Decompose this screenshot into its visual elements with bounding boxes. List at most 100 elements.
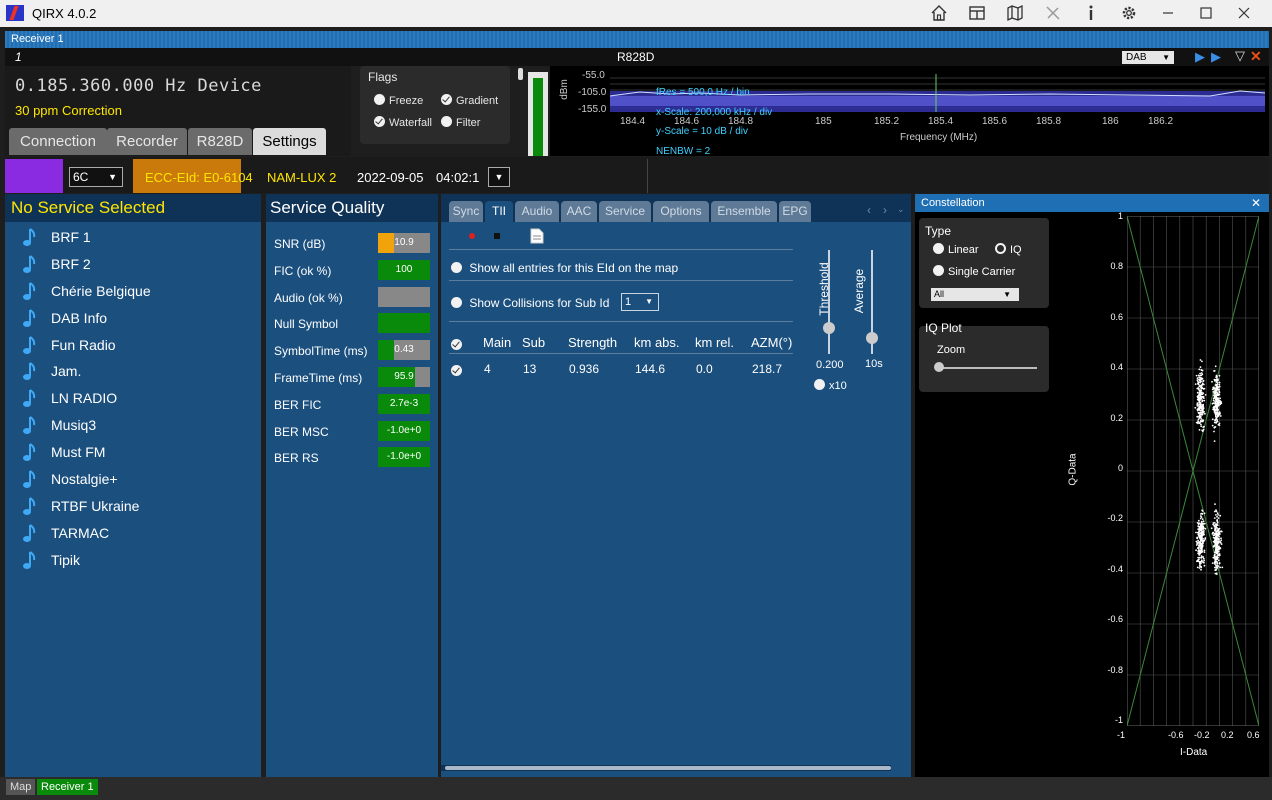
spectrum-x-tick: 185.2 (874, 116, 900, 127)
service-item[interactable]: Tipik (5, 547, 261, 574)
chevron-down-icon: ▼ (1162, 53, 1170, 62)
gradient-check[interactable]: Gradient (441, 94, 498, 107)
q-tick-label: -0.8 (1107, 664, 1123, 675)
tab-tii[interactable]: TII (485, 201, 513, 222)
column-header[interactable]: Sub (522, 335, 545, 350)
tab-recorder[interactable]: Recorder (107, 128, 187, 155)
service-item[interactable]: Nostalgie+ (5, 466, 261, 493)
filter-radio[interactable]: Filter (441, 116, 480, 129)
spectrum-y-unit: dBm (558, 79, 570, 100)
tab-connection[interactable]: Connection (9, 128, 107, 155)
tab-settings[interactable]: Settings (253, 128, 326, 155)
column-header[interactable]: Main (483, 335, 511, 350)
forward-icon[interactable]: ▶ (1211, 49, 1221, 65)
service-item[interactable]: LN RADIO (5, 385, 261, 412)
satellite-icon[interactable] (1041, 2, 1065, 24)
single-carrier-radio[interactable]: Single Carrier (933, 265, 1015, 278)
map-tab[interactable]: Map (6, 779, 36, 795)
divider (449, 353, 793, 354)
service-item[interactable]: Jam. (5, 358, 261, 385)
station-dropdown-button[interactable]: ▼ (488, 167, 510, 187)
close-panel-icon[interactable]: ✕ (1251, 194, 1261, 212)
gradient-label: Gradient (456, 95, 499, 107)
service-item[interactable]: Fun Radio (5, 332, 261, 359)
horizontal-scrollbar[interactable] (441, 765, 891, 771)
spectrum-x-tick: 184.8 (728, 116, 754, 127)
close-receiver-icon[interactable]: ✕ (1250, 48, 1262, 65)
quality-value: 0.43 (394, 344, 414, 356)
collapse-icon[interactable]: ▽ (1235, 48, 1245, 64)
tab-sync[interactable]: Sync (449, 201, 483, 222)
tab-service[interactable]: Service (599, 201, 651, 222)
service-item[interactable]: TARMAC (5, 520, 261, 547)
quality-label: SymbolTime (ms) (274, 344, 368, 359)
tii-panel: Sync TII Audio AAC Service Options Ensem… (441, 194, 911, 777)
document-icon[interactable] (530, 228, 544, 244)
mode-select[interactable]: DAB ▼ (1122, 51, 1174, 64)
x10-option[interactable]: x10 (814, 379, 847, 392)
channel-select[interactable]: 6C ▼ (69, 167, 123, 187)
mode-value: DAB (1126, 52, 1147, 63)
scrollbar-thumb[interactable] (445, 766, 891, 770)
record-icon[interactable] (469, 233, 475, 239)
tab-options[interactable]: Options (653, 201, 709, 222)
close-icon[interactable] (1232, 2, 1256, 24)
column-header[interactable]: km rel. (695, 335, 734, 350)
home-icon[interactable] (927, 2, 951, 24)
q-tick-label: -0.4 (1107, 563, 1123, 574)
tab-audio[interactable]: Audio (515, 201, 559, 222)
column-header[interactable]: Strength (568, 335, 617, 350)
freeze-radio[interactable]: Freeze (374, 94, 423, 107)
receiver-tab[interactable]: Receiver 1 (37, 779, 98, 795)
gear-icon[interactable] (1117, 2, 1141, 24)
stop-icon[interactable] (494, 233, 500, 239)
service-item[interactable]: BRF 1 (5, 224, 261, 251)
waterfall-check[interactable]: Waterfall (374, 116, 432, 129)
spectrum-x-tick: 186 (1102, 116, 1119, 127)
column-header[interactable]: AZM(°) (751, 335, 792, 350)
service-item[interactable]: Must FM (5, 439, 261, 466)
tab-aac[interactable]: AAC (561, 201, 597, 222)
quality-meter: 100 (378, 259, 430, 280)
sub-id-select[interactable]: 1 ▼ (621, 293, 659, 311)
iq-radio[interactable]: IQ (995, 243, 1022, 256)
info-icon[interactable] (1079, 2, 1103, 24)
select-all-check[interactable] (451, 336, 466, 354)
service-item[interactable]: RTBF Ukraine (5, 493, 261, 520)
service-name: Musiq3 (51, 417, 97, 434)
carrier-select[interactable]: All ▼ (931, 288, 1019, 301)
service-item[interactable]: BRF 2 (5, 251, 261, 278)
row-check[interactable] (451, 362, 466, 380)
slider-handle[interactable] (518, 68, 523, 80)
tab-menu-icon[interactable]: ⌄ (897, 204, 905, 215)
linear-radio[interactable]: Linear (933, 243, 979, 256)
average-slider-handle[interactable] (866, 332, 878, 344)
table-cell: 4 (484, 362, 491, 376)
show-all-option[interactable]: Show all entries for this EId on the map (451, 261, 678, 275)
tab-r828d[interactable]: R828D (188, 128, 252, 155)
tab-next-icon[interactable]: › (883, 203, 887, 217)
quality-meter: 0.43 (378, 340, 430, 361)
service-item[interactable]: Chérie Belgique (5, 278, 261, 305)
column-header[interactable]: km abs. (634, 335, 680, 350)
zoom-slider-handle[interactable] (934, 362, 944, 372)
tab-ensemble[interactable]: Ensemble (711, 201, 777, 222)
service-item[interactable]: DAB Info (5, 305, 261, 332)
quality-label: FIC (ok %) (274, 263, 332, 278)
radio-icon (374, 94, 385, 105)
tab-epg[interactable]: EPG (779, 201, 811, 222)
music-note-icon (23, 416, 36, 435)
ensemble-label: NAM-LUX 2 (267, 170, 337, 185)
play-icon[interactable]: ▶ (1195, 49, 1205, 65)
threshold-slider-handle[interactable] (823, 322, 835, 334)
service-item[interactable]: Musiq3 (5, 412, 261, 439)
maximize-icon[interactable] (1194, 2, 1218, 24)
map-icon[interactable] (1003, 2, 1027, 24)
level-meter (528, 72, 548, 156)
show-collisions-option[interactable]: Show Collisions for Sub Id (451, 296, 609, 310)
minimize-icon[interactable] (1156, 2, 1180, 24)
spectrum-x-label: Frequency (MHz) (900, 132, 978, 143)
layout-icon[interactable] (965, 2, 989, 24)
tab-prev-icon[interactable]: ‹ (867, 203, 871, 217)
service-name: BRF 1 (51, 229, 91, 245)
